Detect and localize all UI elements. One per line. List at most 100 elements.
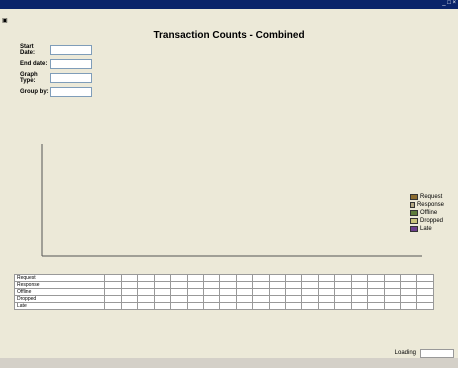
table-cell xyxy=(170,302,188,310)
report-area: Transaction Counts - Combined Start Date… xyxy=(0,26,458,358)
legend-swatch xyxy=(410,202,415,208)
start-date-field: Start Date: xyxy=(20,44,110,56)
table-cell xyxy=(137,288,155,296)
table-cell xyxy=(367,288,385,296)
table-cell xyxy=(137,302,155,310)
table-cell xyxy=(120,274,139,282)
table-cell xyxy=(219,288,237,296)
table-cell xyxy=(219,274,237,282)
table-cell xyxy=(383,288,402,296)
table-cell xyxy=(350,274,369,282)
table-cell xyxy=(383,295,402,303)
report-title: Transaction Counts - Combined xyxy=(153,30,305,41)
table-cell xyxy=(104,295,122,303)
end-date-field: End date: xyxy=(20,59,110,69)
table-cell xyxy=(367,295,385,303)
table-cell xyxy=(399,302,418,310)
table-cell xyxy=(235,281,254,289)
start-date-label: Start Date: xyxy=(20,44,36,56)
table-cell xyxy=(252,302,270,310)
table-cell xyxy=(367,274,385,282)
save-icon[interactable]: ▣ xyxy=(2,18,8,24)
legend-item: Late xyxy=(410,226,444,232)
graph-type-select[interactable] xyxy=(50,73,92,83)
loading-label: Loading xyxy=(394,350,416,356)
table-cell xyxy=(416,281,434,289)
legend-item: Request xyxy=(410,194,444,200)
legend-label: Response xyxy=(416,202,444,208)
window-controls[interactable]: _ □ × xyxy=(442,0,456,9)
legend-swatch xyxy=(410,194,418,200)
table-cell xyxy=(334,302,352,310)
table-cell xyxy=(186,288,204,296)
table-cell xyxy=(285,288,303,296)
table-cell xyxy=(268,274,287,282)
table-cell xyxy=(252,281,270,289)
filter-form: Start Date: End date: Graph Type: Group … xyxy=(20,44,110,100)
table-cell xyxy=(104,281,122,289)
table-cell xyxy=(334,288,352,296)
table-cell xyxy=(104,274,122,282)
table-cell xyxy=(367,302,385,310)
table-cell xyxy=(235,302,254,310)
start-date-input[interactable] xyxy=(50,45,92,55)
table-cell xyxy=(301,281,319,289)
legend-swatch xyxy=(410,218,418,224)
table-cell xyxy=(416,274,434,282)
table-cell xyxy=(334,281,352,289)
table-cell xyxy=(202,281,221,289)
table-cell xyxy=(317,302,336,310)
table-cell xyxy=(383,281,402,289)
legend-swatch xyxy=(410,210,418,216)
group-by-field: Group by: xyxy=(20,87,110,97)
table-cell xyxy=(301,288,319,296)
table-cell xyxy=(301,274,319,282)
table-cell xyxy=(202,302,221,310)
row-label: Dropped xyxy=(13,295,106,303)
table-row: Response xyxy=(13,281,434,289)
table-cell xyxy=(268,281,287,289)
table-row: Offline xyxy=(13,288,434,296)
menubar xyxy=(0,9,458,17)
toolbar: ▣ xyxy=(0,17,458,26)
table-cell xyxy=(170,281,188,289)
group-by-select[interactable] xyxy=(50,87,92,97)
table-cell xyxy=(235,288,254,296)
table-cell xyxy=(301,302,319,310)
transaction-chart xyxy=(41,144,422,257)
group-by-label: Group by: xyxy=(20,89,49,95)
table-cell xyxy=(334,295,352,303)
table-cell xyxy=(202,288,221,296)
graph-type-label: Graph Type: xyxy=(20,72,38,84)
graph-type-field: Graph Type: xyxy=(20,72,110,84)
chart-legend: Request Response Offline Dropped Late xyxy=(410,194,444,234)
table-cell xyxy=(285,274,303,282)
table-cell xyxy=(252,274,270,282)
end-date-input[interactable] xyxy=(50,59,92,69)
table-cell xyxy=(268,288,287,296)
table-cell xyxy=(334,274,352,282)
table-cell xyxy=(104,302,122,310)
table-cell xyxy=(186,302,204,310)
table-cell xyxy=(350,281,369,289)
table-cell xyxy=(153,295,172,303)
legend-label: Request xyxy=(420,194,443,200)
table-row: Late xyxy=(13,302,434,310)
table-cell xyxy=(350,295,369,303)
row-label: Response xyxy=(13,281,106,289)
row-label: Late xyxy=(13,302,106,310)
row-label: Offline xyxy=(13,288,106,296)
table-cell xyxy=(137,274,155,282)
table-cell xyxy=(285,281,303,289)
table-cell xyxy=(317,288,336,296)
table-cell xyxy=(153,288,172,296)
table-cell xyxy=(186,281,204,289)
table-cell xyxy=(416,302,434,310)
table-cell xyxy=(317,281,336,289)
table-cell xyxy=(186,274,204,282)
table-cell xyxy=(416,295,434,303)
table-cell xyxy=(350,288,369,296)
table-cell xyxy=(367,281,385,289)
table-cell xyxy=(252,288,270,296)
window-titlebar: _ □ × xyxy=(0,0,458,9)
